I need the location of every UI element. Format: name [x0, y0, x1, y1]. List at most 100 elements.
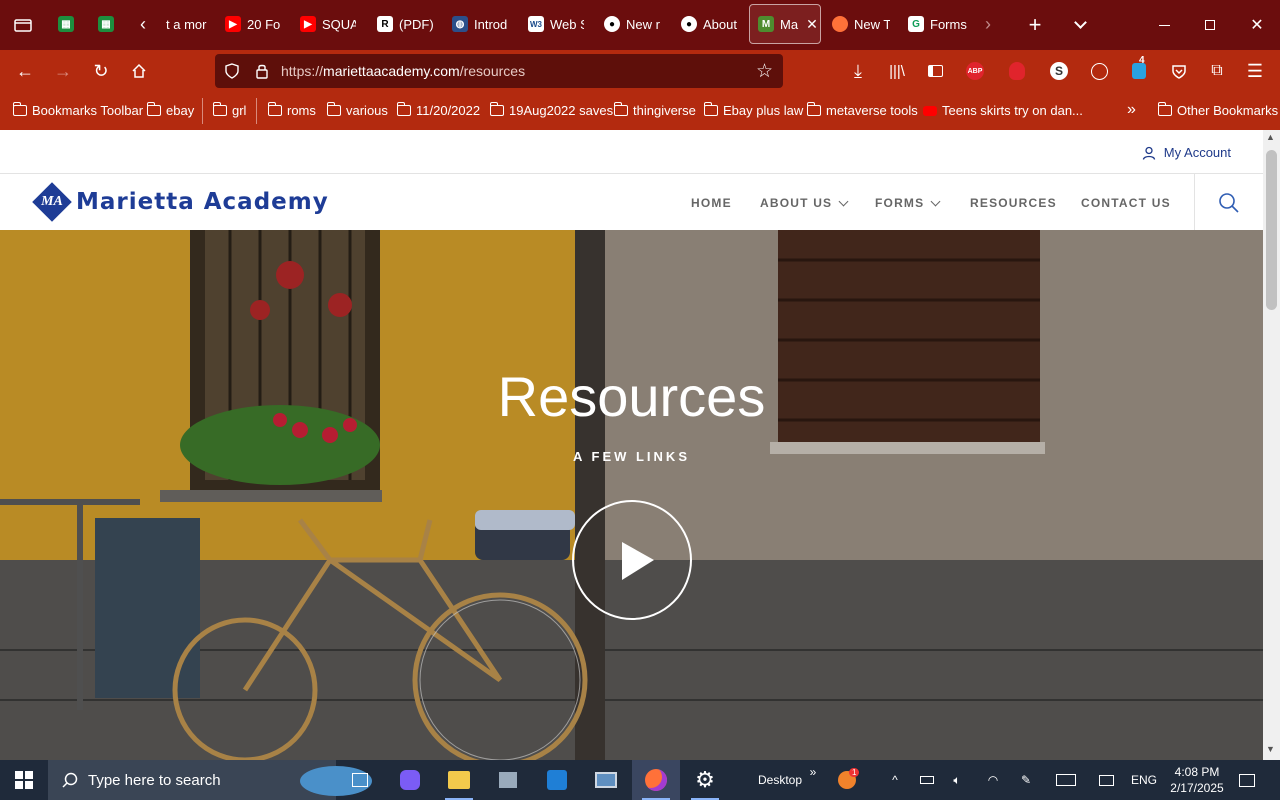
desktop-expand-button[interactable]: » — [806, 752, 820, 792]
home-button[interactable] — [127, 59, 151, 83]
back-button[interactable]: ← — [13, 59, 37, 83]
wifi-icon: ◠ — [987, 773, 999, 787]
star-icon[interactable]: ☆ — [756, 60, 773, 83]
puzzle-icon: ⧉ — [1211, 62, 1223, 79]
desktop-toolbar[interactable]: Desktop — [750, 760, 810, 800]
tab-3[interactable]: ▶ 20 For — [225, 4, 280, 44]
list-all-tabs-button[interactable] — [1057, 0, 1103, 50]
scroll-up-icon[interactable]: ▲ — [1266, 132, 1275, 142]
tab-8[interactable]: ● New r — [604, 4, 660, 44]
copilot-app[interactable] — [386, 760, 434, 800]
tab-5[interactable]: R (PDF) — [377, 4, 433, 44]
settings-app[interactable]: ⚙ — [681, 760, 729, 800]
notification-badge: 1 — [849, 768, 860, 777]
file-explorer-app[interactable] — [435, 760, 483, 800]
bookmark-folder[interactable]: various — [326, 102, 388, 118]
download-icon: ⤓ — [854, 60, 862, 81]
bookmark-folder[interactable]: Bookmarks Toolbar — [12, 102, 143, 118]
menu-home[interactable]: HOME — [691, 196, 732, 210]
search-icon[interactable] — [1218, 192, 1240, 214]
clock-time: 4:08 PM — [1174, 765, 1220, 779]
extensions-button[interactable]: ⧉ — [1205, 59, 1229, 83]
media-player-app[interactable] — [533, 760, 581, 800]
page-scrollbar[interactable]: ▲ ▼ — [1263, 130, 1280, 760]
tab-2[interactable]: t a mor — [166, 4, 208, 44]
tab-scroll-right-button[interactable]: › — [985, 4, 1001, 44]
taskbar-search-box[interactable]: Type here to search — [48, 760, 372, 800]
bookmark-folder[interactable]: grl — [212, 102, 246, 118]
library-button[interactable]: |||\ — [885, 59, 909, 83]
app-menu-button[interactable]: ☰ — [1243, 59, 1267, 83]
tab-active-marietta[interactable]: M Ma ✕ — [749, 4, 821, 44]
scroll-down-icon[interactable]: ▼ — [1266, 744, 1275, 754]
close-tab-icon[interactable]: ✕ — [806, 16, 818, 33]
clock[interactable]: 4:08 PM 2/17/2025 — [1164, 760, 1230, 800]
restore-button[interactable] — [1187, 0, 1233, 50]
tab-11[interactable]: New T — [832, 4, 890, 44]
action-center-button[interactable] — [1234, 760, 1260, 800]
maps-app[interactable] — [484, 760, 532, 800]
tab-12[interactable]: G Forms — [908, 4, 968, 44]
bookmark-folder[interactable]: Ebay plus law — [703, 102, 803, 118]
tab-sheets-2[interactable]: ▦ — [98, 4, 128, 44]
tab-4[interactable]: ▶ SQUA — [300, 4, 356, 44]
bookmark-folder[interactable]: roms — [267, 102, 316, 118]
tab-9[interactable]: ● About — [681, 4, 737, 44]
pocket-button[interactable] — [1167, 59, 1191, 83]
task-view-button[interactable] — [336, 760, 384, 800]
firefox-app[interactable] — [632, 760, 680, 800]
bookmark-folder[interactable]: 11/20/2022 — [396, 102, 480, 118]
bookmark-folder[interactable]: metaverse tools — [806, 102, 918, 118]
url-bar[interactable]: https://mariettaacademy.com/resources ☆ — [215, 54, 783, 88]
my-account-link[interactable]: My Account — [1142, 145, 1231, 160]
account-button[interactable] — [1087, 59, 1111, 83]
chevron-left-icon: ‹ — [140, 13, 146, 34]
menu-about-us[interactable]: ABOUT US — [760, 196, 849, 210]
start-button[interactable] — [0, 760, 48, 800]
tab-7[interactable]: W3 Web S — [528, 4, 584, 44]
account-circle-icon — [1090, 62, 1108, 80]
new-tab-button[interactable]: + — [1012, 0, 1058, 50]
language-indicator[interactable]: ENG — [1128, 760, 1160, 800]
close-window-button[interactable]: ✕ — [1234, 0, 1280, 50]
notification-app[interactable]: 1 — [834, 760, 860, 800]
scrollbar-thumb[interactable] — [1266, 150, 1277, 310]
touch-keyboard-button[interactable] — [1053, 760, 1079, 800]
battery-indicator[interactable] — [916, 760, 938, 800]
lock-icon[interactable] — [255, 63, 269, 79]
reload-button[interactable]: ↻ — [89, 59, 113, 83]
site-header: MA Marietta Academy HOME ABOUT US FORMS … — [0, 174, 1263, 230]
bookmark-folder[interactable]: ebay — [146, 102, 194, 118]
network-indicator[interactable]: ◠ — [982, 760, 1004, 800]
sidebar-button[interactable] — [923, 59, 947, 83]
remote-desktop-app[interactable] — [582, 760, 630, 800]
bookmark-youtube[interactable]: Teens skirts try on dan... — [923, 103, 1083, 118]
bookmark-folder[interactable]: thingiverse — [613, 102, 696, 118]
extension-s-button[interactable]: S — [1047, 59, 1071, 83]
forward-button[interactable]: → — [51, 59, 75, 83]
bookmark-folder[interactable]: 19Aug2022 saves — [489, 102, 613, 118]
tab-sheets-1[interactable]: ▦ — [58, 4, 88, 44]
tab-overview-button[interactable] — [0, 0, 46, 50]
navigation-toolbar: ← → ↻ https://mariettaacademy.com/resour… — [0, 50, 1280, 92]
adblock-button[interactable]: ABP — [963, 59, 987, 83]
menu-forms[interactable]: FORMS — [875, 196, 941, 210]
site-logo[interactable]: MA Marietta Academy — [30, 182, 329, 222]
display-button[interactable] — [1095, 760, 1117, 800]
play-video-button[interactable] — [572, 500, 692, 620]
downloads-button[interactable]: ⤓ — [846, 59, 870, 83]
menu-resources[interactable]: RESOURCES — [970, 196, 1057, 210]
minimize-button[interactable] — [1141, 0, 1187, 50]
extension-badge-button[interactable]: 4 — [1127, 55, 1151, 83]
show-hidden-icons-button[interactable]: ^ — [884, 760, 906, 800]
volume-control[interactable]: 🔈︎ — [946, 760, 968, 800]
pen-menu-button[interactable]: ✎ — [1015, 760, 1037, 800]
more-bookmarks-button[interactable]: » — [1127, 101, 1136, 119]
other-bookmarks-folder[interactable]: Other Bookmarks — [1157, 102, 1278, 118]
url-text[interactable]: https://mariettaacademy.com/resources — [281, 63, 525, 79]
menu-contact-us[interactable]: CONTACT US — [1081, 196, 1171, 210]
tab-6[interactable]: ◍ Introd — [452, 4, 508, 44]
extension-hand-button[interactable] — [1005, 59, 1029, 83]
tab-scroll-left-button[interactable]: ‹ — [140, 4, 158, 44]
shield-icon[interactable] — [224, 63, 240, 79]
